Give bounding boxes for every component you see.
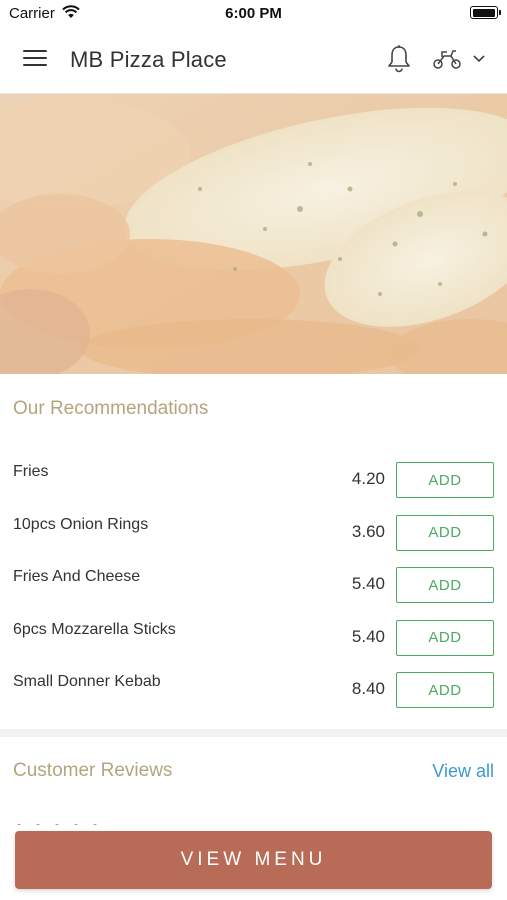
item-price: 3.60 [351, 521, 385, 541]
list-item: Fries 4.20 ADD [0, 455, 507, 508]
scooter-icon[interactable] [432, 48, 462, 70]
status-bar: Carrier 6:00 PM [0, 0, 507, 26]
item-price: 5.40 [351, 574, 385, 593]
rating-stars [17, 815, 127, 825]
battery-icon [470, 6, 501, 19]
add-button[interactable]: ADD [396, 619, 494, 656]
app-header: MB Pizza Place [0, 26, 507, 94]
star-icon [55, 824, 59, 825]
list-item: 10pcs Onion Rings 3.60 ADD [0, 508, 507, 561]
star-icon [36, 824, 40, 825]
item-name: Small Donner Kebab [13, 673, 161, 690]
item-name: 6pcs Mozzarella Sticks [13, 620, 176, 638]
star-icon [93, 824, 97, 825]
list-item: 6pcs Mozzarella Sticks 5.40 ADD [0, 613, 507, 666]
recommendations-list: Fries 4.20 ADD 10pcs Onion Rings 3.60 AD… [0, 455, 507, 718]
pizza-image [0, 94, 507, 374]
reviews-title: Customer Reviews [13, 760, 173, 781]
list-item: Small Donner Kebab 8.40 ADD [0, 665, 507, 718]
page-title: MB Pizza Place [70, 47, 227, 72]
menu-icon[interactable] [23, 50, 47, 68]
view-menu-button[interactable]: VIEW MENU [15, 831, 492, 889]
item-price: 4.20 [351, 469, 385, 488]
bell-icon[interactable] [385, 44, 413, 74]
chevron-down-icon[interactable] [472, 54, 486, 64]
item-name: Fries And Cheese [13, 568, 141, 585]
item-name: 10pcs Onion Rings [13, 515, 149, 533]
add-button[interactable]: ADD [396, 462, 494, 498]
item-price: 8.40 [351, 679, 385, 698]
item-price: 5.40 [351, 626, 385, 646]
star-icon [17, 824, 21, 825]
add-button[interactable]: ADD [396, 672, 494, 708]
add-button[interactable]: ADD [396, 567, 494, 603]
view-all-link[interactable]: View all [432, 761, 494, 782]
list-item: Fries And Cheese 5.40 ADD [0, 560, 507, 613]
recommendations-title: Our Recommendations [13, 398, 209, 419]
section-divider [0, 729, 507, 737]
clock: 6:00 PM [225, 5, 282, 22]
add-button[interactable]: ADD [396, 514, 494, 551]
item-name: Fries [13, 463, 49, 480]
star-icon [74, 824, 78, 825]
hero-image [0, 94, 507, 374]
